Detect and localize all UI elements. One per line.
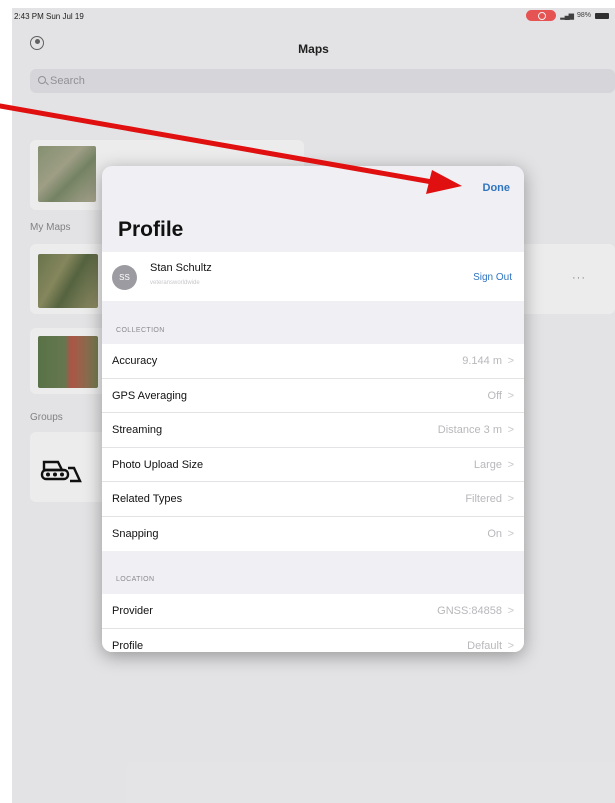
setting-label: Photo Upload Size	[112, 458, 204, 471]
setting-label: Related Types	[112, 493, 183, 505]
collection-header: COLLECTION	[116, 327, 165, 334]
setting-accuracy[interactable]: Accuracy 9.144 m >	[102, 344, 524, 379]
setting-label: Provider	[112, 605, 153, 617]
chevron-right-icon: >	[507, 424, 514, 436]
modal-title: Profile	[118, 218, 184, 241]
location-list: Provider GNSS:84858 > Profile Default >	[102, 594, 524, 652]
chevron-right-icon: >	[507, 639, 514, 652]
setting-snapping[interactable]: Snapping On >	[102, 517, 524, 552]
setting-label: Streaming	[112, 424, 163, 436]
done-button[interactable]: Done	[483, 182, 511, 194]
setting-value: Distance 3 m	[437, 424, 502, 436]
chevron-right-icon: >	[507, 605, 514, 617]
chevron-right-icon: >	[507, 458, 514, 471]
setting-provider[interactable]: Provider GNSS:84858 >	[102, 594, 524, 629]
user-organization: veteransworldwide	[150, 280, 200, 286]
setting-photo-upload-size[interactable]: Photo Upload Size Large >	[102, 448, 524, 482]
setting-value: On	[487, 527, 502, 540]
user-name: Stan Schultz	[150, 262, 212, 274]
chevron-right-icon: >	[507, 389, 514, 402]
setting-streaming[interactable]: Streaming Distance 3 m >	[102, 413, 524, 448]
avatar: SS	[112, 265, 137, 290]
chevron-right-icon: >	[507, 493, 514, 505]
setting-value: Large	[473, 458, 502, 471]
setting-profile[interactable]: Profile Default >	[102, 629, 524, 653]
setting-value: GNSS:84858	[437, 605, 502, 617]
sign-out-button[interactable]: Sign Out	[473, 272, 512, 283]
setting-label: Accuracy	[112, 355, 158, 367]
collection-list: Accuracy 9.144 m > GPS Averaging Off > S…	[102, 344, 524, 551]
setting-value: 9.144 m	[462, 355, 502, 367]
chevron-right-icon: >	[507, 355, 514, 367]
setting-related-types[interactable]: Related Types Filtered >	[102, 482, 524, 517]
setting-value: Off	[487, 389, 502, 402]
user-row: SS Stan Schultz veteransworldwide Sign O…	[102, 252, 524, 301]
setting-gps-averaging[interactable]: GPS Averaging Off >	[102, 379, 524, 413]
setting-value: Default	[467, 639, 502, 652]
setting-label: GPS Averaging	[112, 389, 188, 402]
setting-value: Filtered	[465, 493, 502, 505]
profile-modal: Done Profile SS Stan Schultz veteranswor…	[102, 166, 524, 652]
setting-label: Snapping	[112, 527, 159, 540]
setting-label: Profile	[112, 639, 144, 652]
location-header: LOCATION	[116, 576, 155, 583]
chevron-right-icon: >	[507, 527, 514, 540]
